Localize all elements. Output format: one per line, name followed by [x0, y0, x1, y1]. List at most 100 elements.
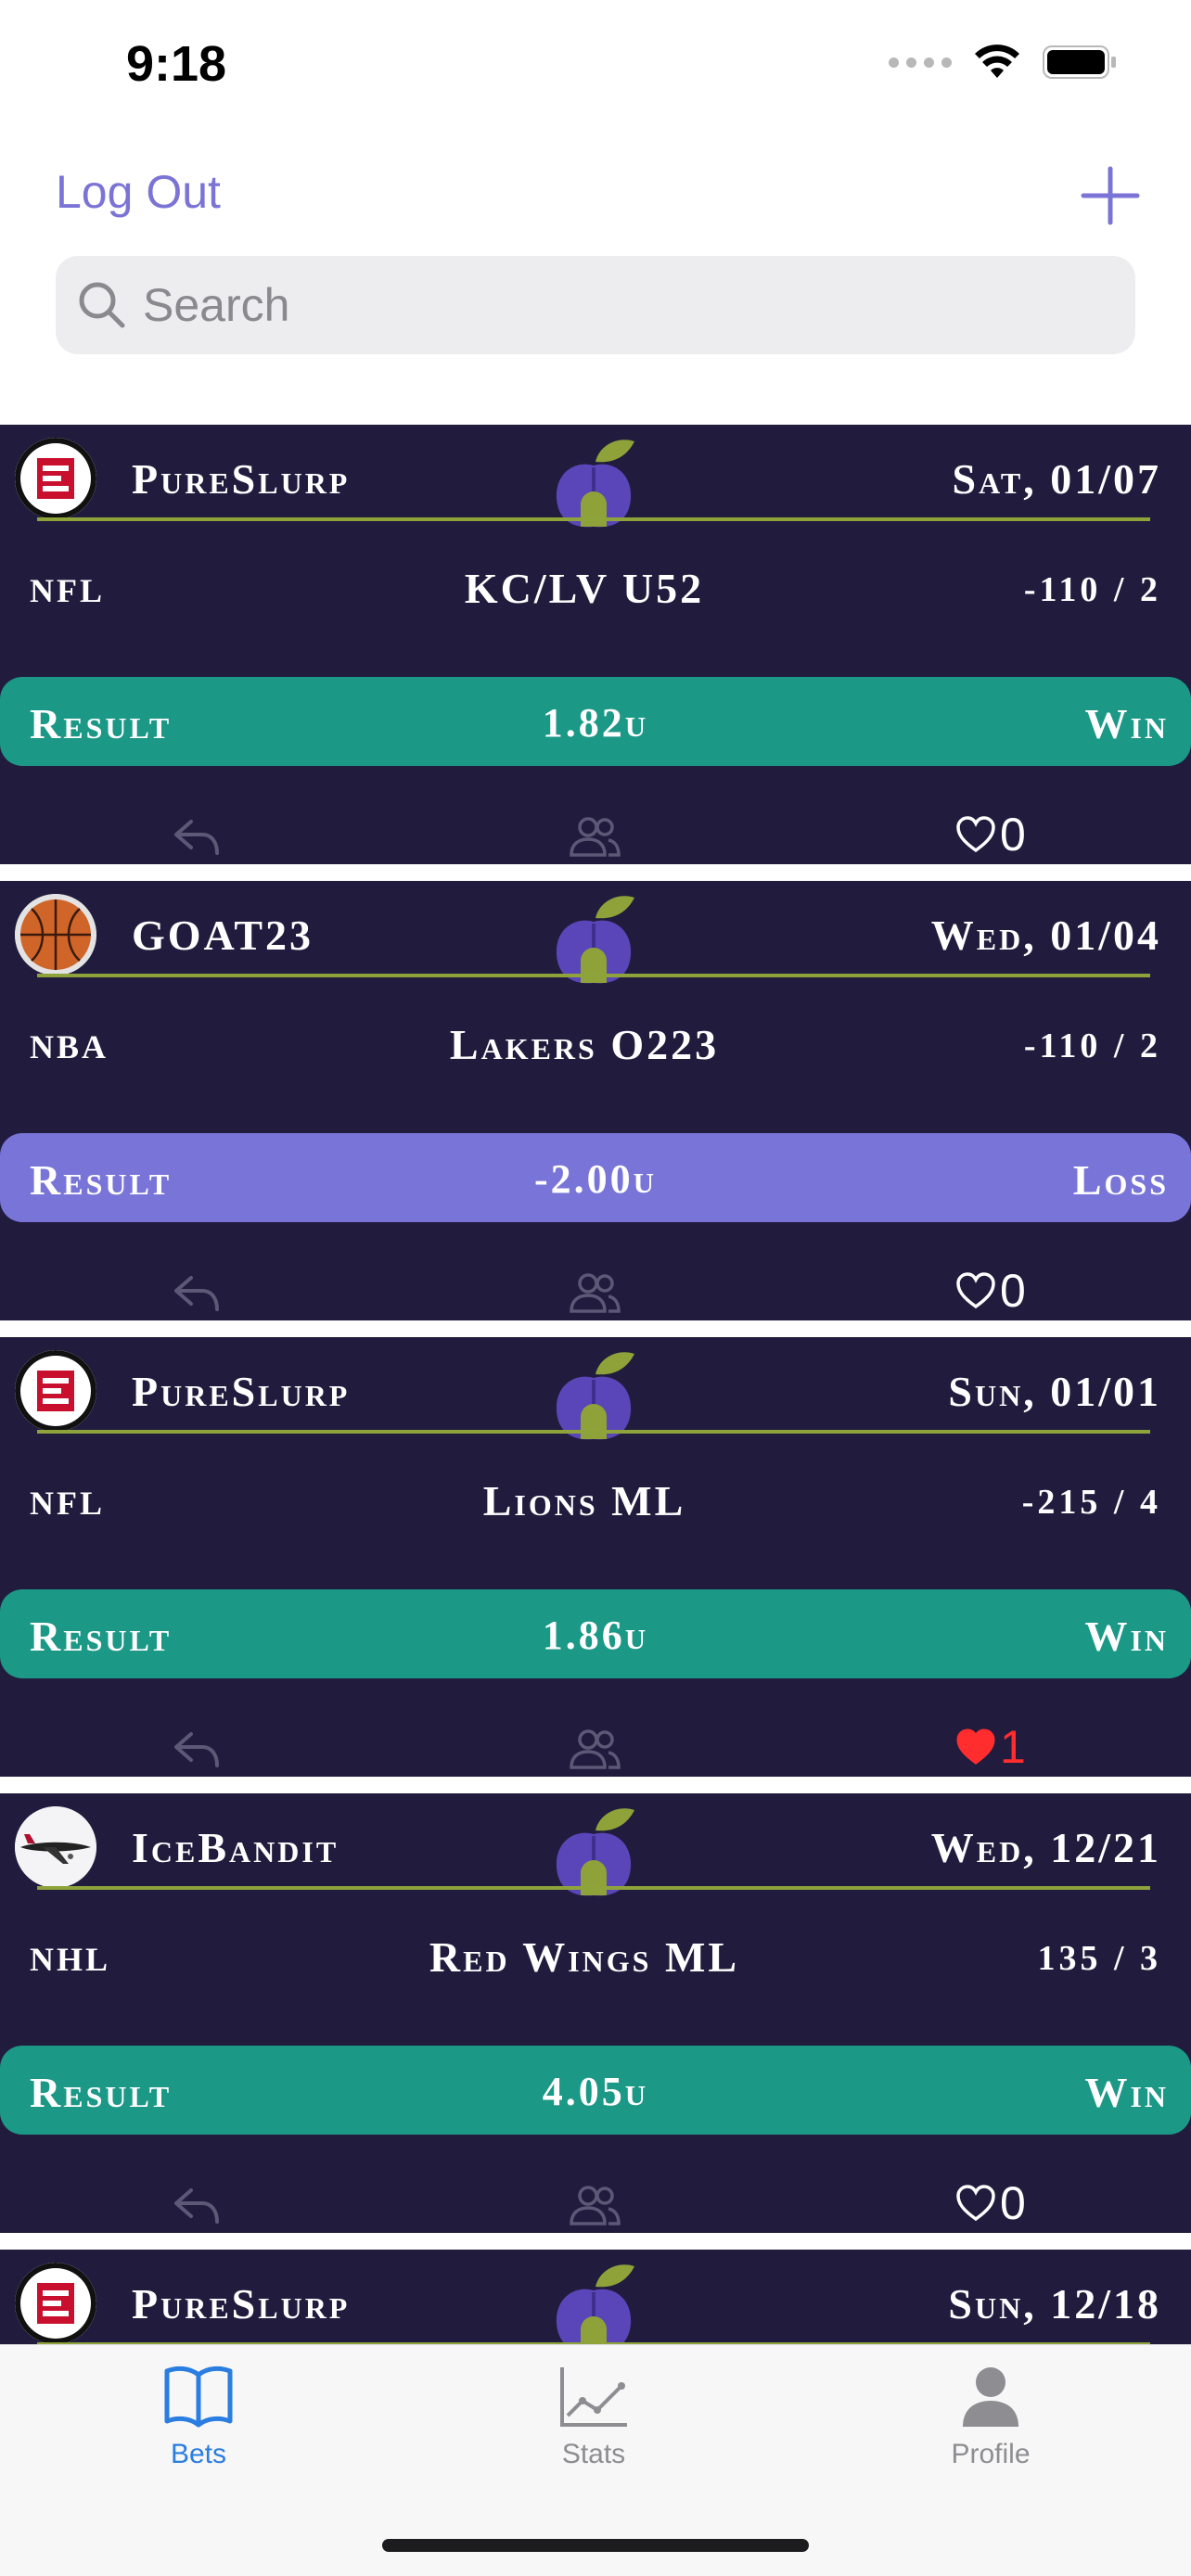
result-bar: Result 4.05u Win: [0, 2046, 1191, 2135]
result-outcome: Loss: [1072, 1156, 1169, 1204]
tab-profile[interactable]: Profile: [898, 2364, 1083, 2470]
like-count: 0: [1000, 2177, 1026, 2229]
battery-icon: [1043, 45, 1116, 79]
tab-label: Stats: [561, 2439, 626, 2469]
espn-logo-icon: [15, 1350, 96, 1432]
status-time: 9:18: [126, 36, 227, 92]
username[interactable]: GOAT23: [132, 911, 314, 960]
bet-card[interactable]: IceBandit Wed, 12/21 NHL Red Wings ML 13…: [0, 1793, 1191, 2233]
nav-header: Log Out: [0, 139, 1191, 250]
bet-odds: -110 / 2: [1023, 570, 1161, 609]
bet-card[interactable]: PureSlurp Sun, 01/01 NFL Lions ML -215 /…: [0, 1337, 1191, 1777]
plum-logo-icon: [556, 896, 634, 984]
like-button[interactable]: 0: [955, 2174, 1026, 2233]
username[interactable]: PureSlurp: [132, 2279, 350, 2328]
avatar[interactable]: [15, 894, 96, 976]
bet-date: Wed, 12/21: [930, 1824, 1161, 1871]
card-header: PureSlurp Sat, 01/07: [0, 425, 1191, 528]
card-actions: 0: [0, 805, 1191, 864]
plum-logo-icon: [556, 440, 634, 528]
avatar[interactable]: [15, 1350, 96, 1432]
friends-icon[interactable]: [568, 1728, 621, 1769]
bet-card[interactable]: PureSlurp Sat, 01/07 NFL KC/LV U52 -110 …: [0, 425, 1191, 864]
bet-odds: -110 / 2: [1023, 1027, 1161, 1065]
like-count: 0: [1000, 1265, 1026, 1317]
result-units: 1.82u: [542, 700, 649, 746]
person-icon: [963, 2367, 1018, 2427]
bet-details: NBA Lakers O223 -110 / 2: [0, 1020, 1191, 1085]
bet-odds: -215 / 4: [1021, 1483, 1161, 1522]
tab-bets[interactable]: Bets: [106, 2364, 291, 2470]
like-count: 0: [1000, 809, 1026, 861]
cellular-signal-icon: [889, 57, 952, 68]
card-header: PureSlurp Sun, 12/18: [0, 2250, 1191, 2344]
result-outcome: Win: [1084, 2069, 1169, 2116]
bet-date: Wed, 01/04: [930, 912, 1161, 959]
search-bar[interactable]: [56, 256, 1135, 354]
home-indicator[interactable]: [382, 2539, 809, 2552]
username[interactable]: PureSlurp: [132, 454, 350, 504]
bet-details: NFL Lions ML -215 / 4: [0, 1476, 1191, 1541]
logout-button[interactable]: Log Out: [56, 165, 221, 219]
result-bar: Result 1.86u Win: [0, 1589, 1191, 1678]
bet-card[interactable]: PureSlurp Sun, 12/18: [0, 2250, 1191, 2344]
result-units: 4.05u: [542, 2069, 649, 2114]
card-header: GOAT23 Wed, 01/04: [0, 881, 1191, 984]
status-icons: [889, 45, 1117, 80]
bet-date: Sat, 01/07: [952, 455, 1161, 503]
status-bar: 9:18: [0, 0, 1191, 139]
like-button[interactable]: 1: [955, 1717, 1026, 1777]
bet-card[interactable]: GOAT23 Wed, 01/04 NBA Lakers O223 -110 /…: [0, 881, 1191, 1320]
bet-details: NFL KC/LV U52 -110 / 2: [0, 564, 1191, 629]
card-header: PureSlurp Sun, 01/01: [0, 1337, 1191, 1440]
espn-logo-icon: [15, 438, 96, 519]
tab-stats[interactable]: Stats: [501, 2364, 686, 2470]
plum-logo-icon: [556, 2264, 634, 2344]
plum-logo-icon: [556, 1352, 634, 1440]
bet-date: Sun, 01/01: [948, 1368, 1161, 1415]
heart-icon: [956, 2185, 995, 2222]
username[interactable]: PureSlurp: [132, 1367, 350, 1416]
plum-logo-icon: [556, 1808, 634, 1896]
chart-icon: [560, 2367, 627, 2427]
reply-icon[interactable]: [171, 1270, 223, 1315]
bet-pick: KC/LV U52: [464, 565, 705, 612]
bet-pick: Lakers O223: [449, 1021, 720, 1068]
airplane-icon: [15, 1806, 96, 1888]
book-icon: [164, 2366, 233, 2428]
bet-date: Sun, 12/18: [948, 2280, 1161, 2327]
like-button[interactable]: 0: [955, 1261, 1026, 1320]
reply-icon[interactable]: [171, 2183, 223, 2227]
result-outcome: Win: [1084, 700, 1169, 747]
bet-pick: Red Wings ML: [429, 1933, 740, 1981]
result-bar: Result 1.82u Win: [0, 677, 1191, 766]
friends-icon[interactable]: [568, 2185, 621, 2225]
reply-icon[interactable]: [171, 814, 223, 859]
card-actions: 1: [0, 1717, 1191, 1777]
add-bet-button[interactable]: [1076, 161, 1145, 230]
avatar[interactable]: [15, 1806, 96, 1888]
friends-icon[interactable]: [568, 1272, 621, 1313]
result-units: -2.00u: [533, 1156, 658, 1202]
card-actions: 0: [0, 2174, 1191, 2233]
wifi-icon: [975, 45, 1019, 78]
username[interactable]: IceBandit: [132, 1823, 339, 1872]
bet-details: NHL Red Wings ML 135 / 3: [0, 1932, 1191, 1997]
result-bar: Result -2.00u Loss: [0, 1133, 1191, 1222]
search-input[interactable]: [143, 278, 1070, 332]
heart-icon: [956, 816, 995, 853]
reply-icon[interactable]: [171, 1727, 223, 1771]
tab-label: Bets: [170, 2439, 227, 2469]
card-header: IceBandit Wed, 12/21: [0, 1793, 1191, 1896]
like-button[interactable]: 0: [955, 805, 1026, 864]
avatar[interactable]: [15, 438, 96, 519]
basketball-icon: [15, 894, 96, 976]
avatar[interactable]: [15, 2263, 96, 2344]
bets-feed[interactable]: PureSlurp Sat, 01/07 NFL KC/LV U52 -110 …: [0, 425, 1191, 2344]
card-actions: 0: [0, 1261, 1191, 1320]
divider: [37, 1886, 1150, 1890]
search-icon: [79, 282, 125, 328]
friends-icon[interactable]: [568, 816, 621, 857]
divider: [37, 974, 1150, 977]
like-count: 1: [1000, 1721, 1026, 1773]
